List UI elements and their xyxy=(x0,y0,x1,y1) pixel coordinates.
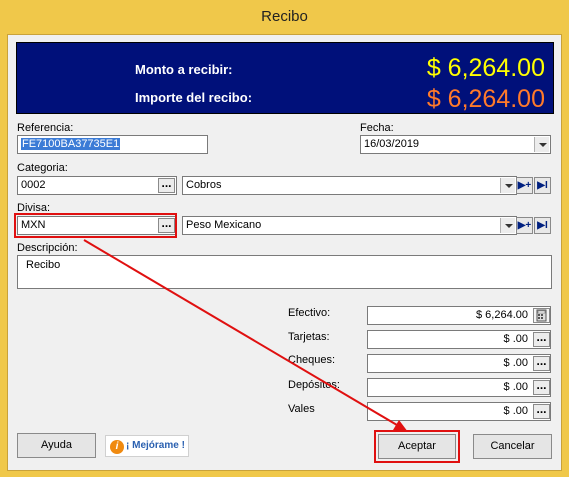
improve-me-button[interactable]: i ¡ Mejórame ! xyxy=(105,435,189,457)
depositos-browse-button[interactable]: ... xyxy=(533,379,550,395)
categoria-browse-button[interactable]: ... xyxy=(158,177,175,193)
vales-value: $ .00 xyxy=(503,405,528,417)
window-title: Recibo xyxy=(0,0,569,34)
improve-me-label: ¡ Mejórame ! xyxy=(126,440,185,451)
tarjetas-label: Tarjetas: xyxy=(288,331,330,343)
add-divisa-icon[interactable]: ▶+ xyxy=(516,217,533,234)
vales-input[interactable]: $ .00 xyxy=(367,402,551,421)
efectivo-value: $ 6,264.00 xyxy=(476,309,528,321)
accept-highlight-box xyxy=(374,430,460,463)
monto-label: Monto a recibir: xyxy=(135,62,233,77)
cancel-button[interactable]: Cancelar xyxy=(473,434,552,459)
categoria-code-input[interactable]: 0002 xyxy=(17,176,177,195)
dialog-body: Monto a recibir: $ 6,264.00 Importe del … xyxy=(7,34,562,471)
vales-browse-button[interactable]: ... xyxy=(533,403,550,419)
importe-label: Importe del recibo: xyxy=(135,90,253,105)
vales-label: Vales xyxy=(288,403,315,415)
divisa-highlight-box xyxy=(14,213,177,238)
descripcion-value: Recibo xyxy=(26,259,61,271)
descripcion-textarea[interactable]: Recibo xyxy=(17,255,552,289)
categoria-label: Categoria: xyxy=(17,162,68,174)
referencia-value: FE7100BA37735E1 xyxy=(21,138,121,150)
add-categoria-icon[interactable]: ▶+ xyxy=(516,177,533,194)
referencia-label: Referencia: xyxy=(17,122,74,134)
cheques-browse-button[interactable]: ... xyxy=(533,355,550,371)
chevron-down-icon[interactable] xyxy=(500,178,515,193)
cheques-value: $ .00 xyxy=(503,357,528,369)
depositos-label: Depósitos: xyxy=(288,379,340,391)
cheques-label: Cheques: xyxy=(288,354,336,366)
info-icon: i xyxy=(110,440,124,454)
tarjetas-input[interactable]: $ .00 xyxy=(367,330,551,349)
categoria-code: 0002 xyxy=(21,179,46,191)
help-button[interactable]: Ayuda xyxy=(17,433,96,458)
chevron-down-icon[interactable] xyxy=(534,137,549,152)
calculator-icon[interactable] xyxy=(533,308,550,323)
fecha-value: 16/03/2019 xyxy=(364,138,420,150)
categoria-select[interactable]: Cobros xyxy=(182,176,517,195)
referencia-input[interactable]: FE7100BA37735E1 xyxy=(17,135,208,154)
tarjetas-value: $ .00 xyxy=(503,333,528,345)
amount-banner: Monto a recibir: $ 6,264.00 Importe del … xyxy=(16,42,554,114)
tarjetas-browse-button[interactable]: ... xyxy=(533,331,550,347)
depositos-input[interactable]: $ .00 xyxy=(367,378,551,397)
goto-divisa-icon[interactable]: ▶I xyxy=(534,217,551,234)
categoria-name: Cobros xyxy=(186,179,222,191)
importe-value: $ 6,264.00 xyxy=(426,85,545,113)
divisa-name: Peso Mexicano xyxy=(186,219,262,231)
chevron-down-icon[interactable] xyxy=(500,218,515,233)
efectivo-input[interactable]: $ 6,264.00 xyxy=(367,306,551,325)
goto-categoria-icon[interactable]: ▶I xyxy=(534,177,551,194)
efectivo-label: Efectivo: xyxy=(288,307,331,319)
divisa-select[interactable]: Peso Mexicano xyxy=(182,216,517,235)
monto-value: $ 6,264.00 xyxy=(426,54,545,82)
fecha-label: Fecha: xyxy=(360,122,394,134)
descripcion-label: Descripción: xyxy=(17,242,78,254)
cheques-input[interactable]: $ .00 xyxy=(367,354,551,373)
fecha-picker[interactable]: 16/03/2019 xyxy=(360,135,551,154)
depositos-value: $ .00 xyxy=(503,381,528,393)
